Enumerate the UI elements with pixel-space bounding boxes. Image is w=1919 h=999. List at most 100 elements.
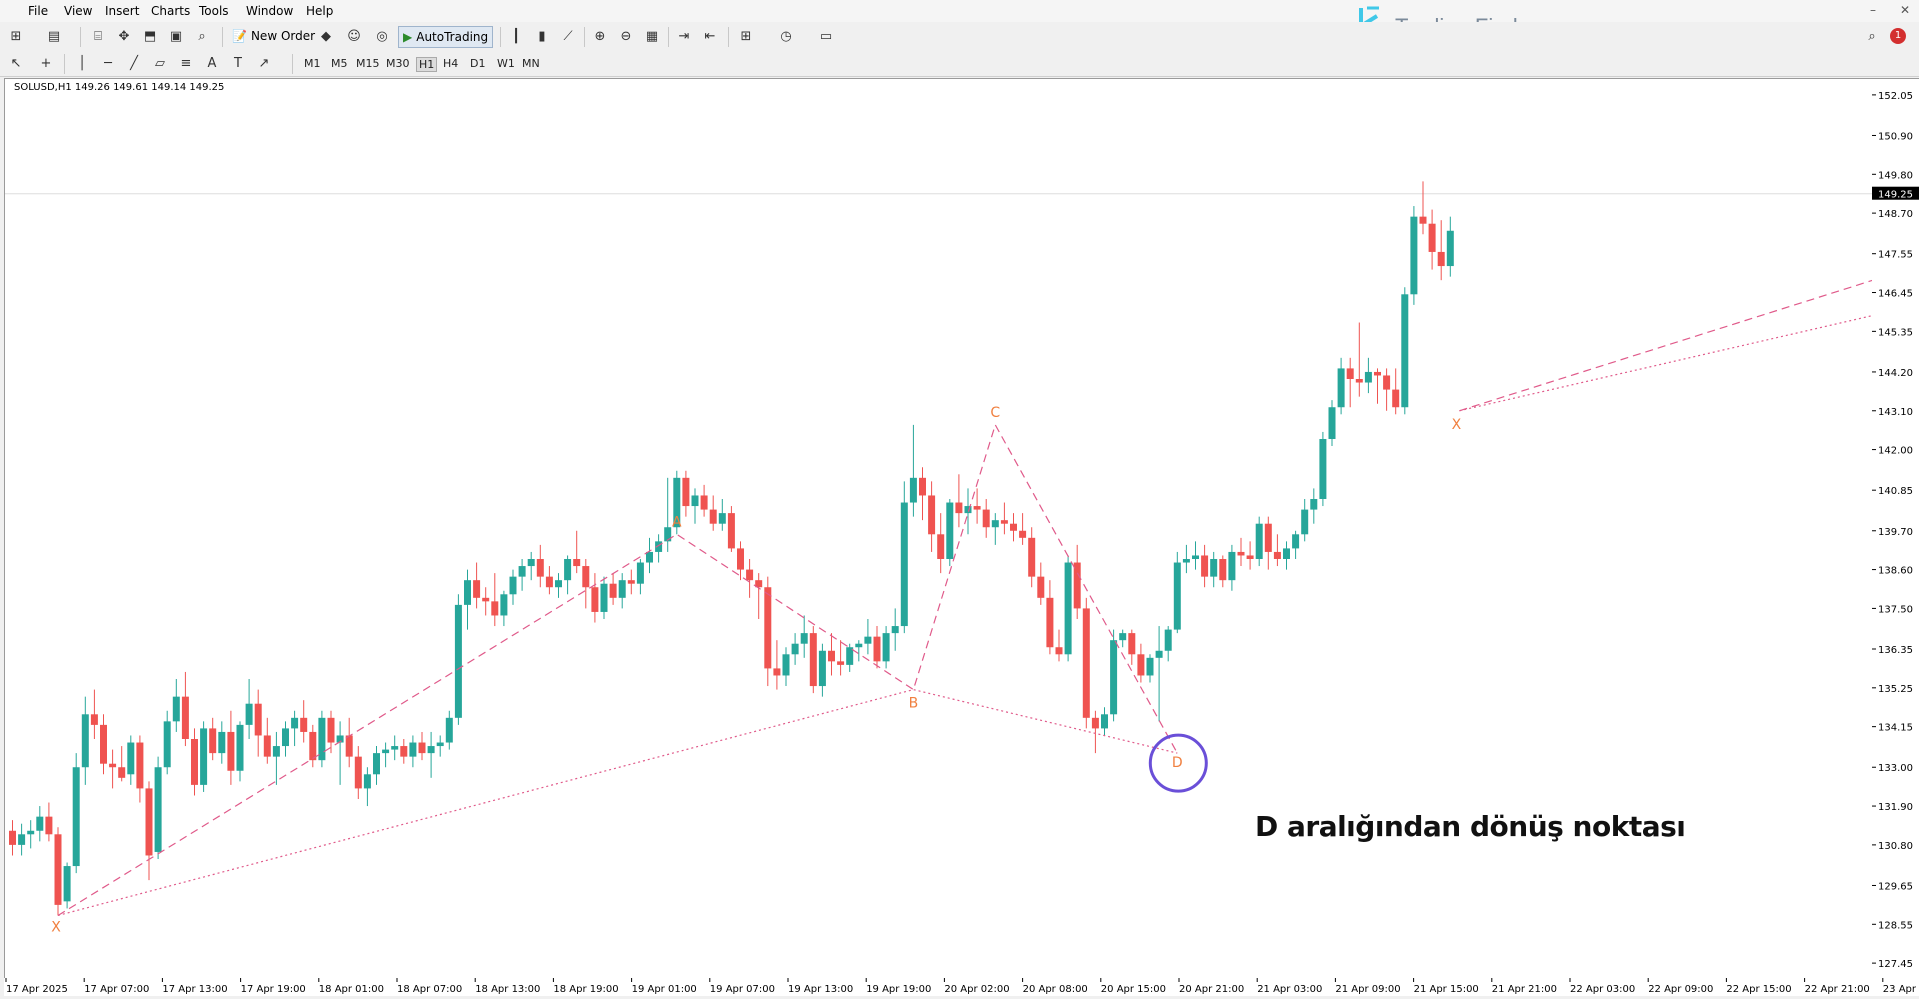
chart-shift-icon[interactable]: ⇥	[674, 26, 694, 46]
current-price-tag: 149.25	[1872, 186, 1919, 201]
signals-icon[interactable]: ☺	[344, 26, 364, 46]
price-tick: 133.00	[1872, 763, 1913, 774]
price-tick: 137.50	[1872, 604, 1913, 615]
svg-text:130.80: 130.80	[1878, 841, 1913, 852]
arrows-icon[interactable]: ↗	[254, 53, 274, 73]
svg-text:17 Apr 19:00: 17 Apr 19:00	[241, 984, 306, 995]
time-tick: 18 Apr 01:00	[318, 978, 384, 995]
time-tick: 19 Apr 19:00	[865, 978, 931, 995]
svg-text:17 Apr 2025: 17 Apr 2025	[6, 984, 68, 995]
timeframe-mn[interactable]: MN	[522, 57, 540, 70]
candle	[236, 721, 244, 782]
candle	[263, 717, 271, 764]
candle	[591, 573, 599, 623]
market-icon[interactable]: ◎	[372, 26, 392, 46]
notifications-icon[interactable]: 1	[1888, 26, 1908, 46]
candle	[1283, 541, 1290, 570]
candle	[445, 710, 453, 750]
timeframe-w1[interactable]: W1	[497, 57, 515, 70]
svg-text:136.35: 136.35	[1878, 645, 1913, 656]
data-window-icon[interactable]: ✥	[114, 26, 134, 46]
fibonacci-icon[interactable]: ≡	[176, 53, 196, 73]
menu-charts[interactable]: Charts	[151, 4, 190, 18]
menu-window[interactable]: Window	[246, 4, 293, 18]
candle	[300, 700, 308, 743]
candle	[1010, 513, 1017, 542]
time-tick: 20 Apr 02:00	[943, 978, 1010, 995]
time-tick: 22 Apr 21:00	[1804, 978, 1870, 995]
time-axis[interactable]: 17 Apr 2025 17 Apr 07:00 17 Apr 13:00 17 Ap…	[4, 978, 1919, 996]
periods-icon[interactable]: ◷	[776, 26, 796, 46]
price-tick: 134.15	[1872, 723, 1913, 734]
timeframe-h1[interactable]: H1	[416, 57, 438, 72]
candle	[1310, 488, 1318, 524]
time-tick: 18 Apr 13:00	[474, 978, 540, 995]
candle	[1328, 400, 1336, 447]
zoom-in-icon[interactable]: ⊕	[590, 26, 610, 46]
candle	[254, 689, 262, 757]
menu-view[interactable]: View	[64, 4, 92, 18]
price-axis[interactable]: 152.05 150.90 149.80 149.25 148.70 147.55 146.…	[1872, 78, 1919, 979]
menu-file[interactable]: File	[28, 4, 48, 18]
menu-help[interactable]: Help	[306, 4, 333, 18]
candle	[991, 513, 999, 545]
bar-chart-icon[interactable]: ┃	[506, 26, 526, 46]
candle	[282, 721, 289, 757]
candle	[582, 559, 590, 609]
tile-windows-icon[interactable]: ▦	[642, 26, 662, 46]
navigator-icon[interactable]: ⬒	[140, 26, 160, 46]
text-icon[interactable]: A	[202, 53, 222, 73]
horizontal-line-icon[interactable]: ─	[98, 53, 118, 73]
search-icon[interactable]: ⌕	[1862, 26, 1882, 46]
timeframe-m1[interactable]: M1	[304, 57, 321, 70]
market-watch-icon[interactable]: ⌸	[88, 26, 108, 46]
vertical-line-icon[interactable]: │	[72, 53, 92, 73]
profiles-icon[interactable]: ▤	[44, 26, 64, 46]
timeframe-m30[interactable]: M30	[386, 57, 410, 70]
candle	[1091, 710, 1099, 754]
candle	[1355, 322, 1363, 397]
candle	[200, 721, 208, 792]
minimize-icon[interactable]: –	[1870, 3, 1876, 17]
close-icon[interactable]: ✕	[1900, 3, 1910, 17]
candle	[1082, 597, 1090, 729]
candle	[937, 513, 945, 574]
strategy-tester-icon[interactable]: ⌕	[192, 26, 212, 46]
candle	[782, 647, 790, 687]
price-tick: 136.35	[1872, 645, 1913, 656]
auto-scroll-icon[interactable]: ⇤	[700, 26, 720, 46]
symbol-info: SOLUSD,H1 149.26 149.61 149.14 149.25	[14, 82, 225, 93]
svg-text:20 Apr 15:00: 20 Apr 15:00	[1101, 984, 1166, 995]
indicators-icon[interactable]: ⊞	[736, 26, 756, 46]
trendline-icon[interactable]: ╱	[124, 53, 144, 73]
candle	[400, 739, 408, 764]
timeframe-h4[interactable]: H4	[443, 57, 458, 70]
candle	[1155, 626, 1163, 722]
crosshair-icon[interactable]: +	[36, 53, 56, 73]
menu-tools[interactable]: Tools	[199, 4, 229, 18]
autotrading-button[interactable]: ▶ AutoTrading	[398, 26, 494, 48]
terminal-icon[interactable]: ▣	[166, 26, 186, 46]
text-label-icon[interactable]: T	[228, 53, 248, 73]
menu-insert[interactable]: Insert	[105, 4, 139, 18]
candle	[245, 679, 253, 739]
timeframe-m15[interactable]: M15	[356, 57, 380, 70]
chart-canvas[interactable]: X A B C D X	[5, 79, 1874, 979]
zoom-out-icon[interactable]: ⊖	[616, 26, 636, 46]
meta-editor-icon[interactable]: ◆	[316, 26, 336, 46]
cursor-icon[interactable]: ↖	[6, 53, 26, 73]
price-chart[interactable]: X A B C D X	[4, 78, 1874, 980]
candlestick-icon[interactable]: ▮	[532, 26, 552, 46]
new-chart-icon[interactable]: ⊞	[6, 26, 26, 46]
timeframe-m5[interactable]: M5	[331, 57, 348, 70]
time-tick: 17 Apr 2025	[5, 978, 68, 995]
line-chart-icon[interactable]: ⟋	[558, 26, 578, 46]
timeframe-d1[interactable]: D1	[470, 57, 485, 70]
channel-icon[interactable]: ▱	[150, 53, 170, 73]
candle	[646, 537, 653, 574]
candle	[1437, 220, 1445, 281]
candle	[1364, 357, 1372, 394]
candle	[500, 590, 508, 627]
templates-icon[interactable]: ▭	[816, 26, 836, 46]
new-order-button[interactable]: 📝 New Order	[228, 26, 319, 46]
